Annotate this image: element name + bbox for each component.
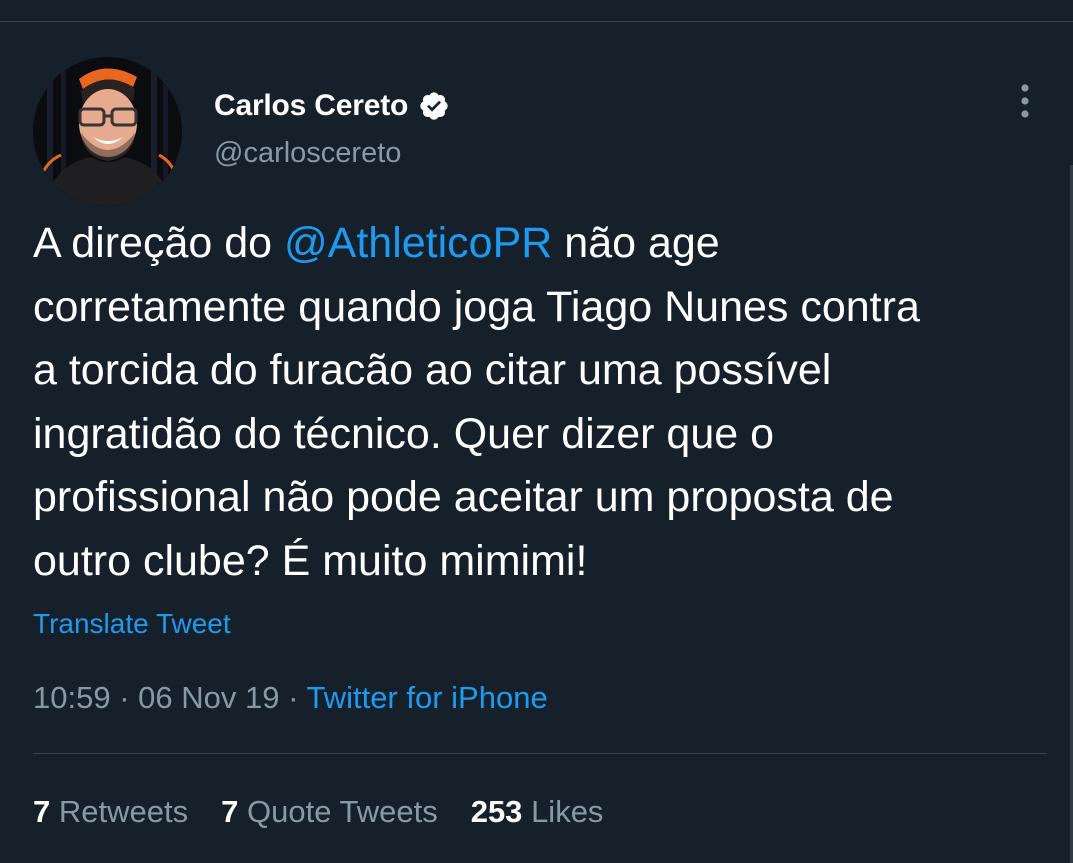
name-row: Carlos Cereto bbox=[214, 86, 450, 126]
mention-link[interactable]: @AthleticoPR bbox=[284, 219, 552, 267]
more-options-button[interactable] bbox=[1008, 80, 1042, 124]
likes-count: 253 bbox=[470, 794, 523, 829]
tweet-metadata: 10:59 · 06 Nov 19 · Twitter for iPhone bbox=[33, 680, 548, 716]
likes-stat[interactable]: 253 Likes bbox=[471, 794, 604, 830]
tweet-stats: 7 Retweets 7 Quote Tweets 253 Likes bbox=[33, 794, 636, 830]
retweets-count: 7 bbox=[33, 794, 51, 829]
meta-separator-2: · bbox=[279, 680, 307, 715]
retweets-stat[interactable]: 7 Retweets bbox=[33, 794, 188, 830]
tweet-time[interactable]: 10:59 bbox=[33, 680, 111, 715]
more-vertical-icon bbox=[1021, 84, 1029, 118]
tweet-text-start: A direção do bbox=[33, 219, 285, 267]
translate-tweet-link[interactable]: Translate Tweet bbox=[33, 608, 231, 640]
quote-tweets-label: Quote Tweets bbox=[246, 794, 438, 829]
tweet-text: A direção do @AthleticoPR não age corret… bbox=[33, 212, 1058, 593]
avatar[interactable] bbox=[33, 57, 182, 206]
stats-divider bbox=[33, 753, 1047, 754]
display-name[interactable]: Carlos Cereto bbox=[214, 89, 408, 123]
tweet-date[interactable]: 06 Nov 19 bbox=[138, 680, 279, 715]
user-handle[interactable]: @carloscereto bbox=[214, 137, 450, 170]
retweets-label: Retweets bbox=[58, 794, 189, 829]
profile-photo bbox=[33, 57, 182, 206]
quote-tweets-stat[interactable]: 7 Quote Tweets bbox=[221, 794, 438, 830]
tweet-text-rest: não age corretamente quando joga Tiago N… bbox=[33, 219, 920, 585]
meta-separator: · bbox=[110, 680, 139, 715]
verified-badge-icon bbox=[418, 90, 450, 122]
tweet: Carlos Cereto @carloscereto A direção do… bbox=[0, 22, 1073, 863]
quote-tweets-count: 7 bbox=[221, 794, 239, 829]
tweet-source-link[interactable]: Twitter for iPhone bbox=[306, 680, 547, 715]
likes-label: Likes bbox=[531, 794, 604, 829]
author-block: Carlos Cereto @carloscereto bbox=[214, 86, 450, 170]
